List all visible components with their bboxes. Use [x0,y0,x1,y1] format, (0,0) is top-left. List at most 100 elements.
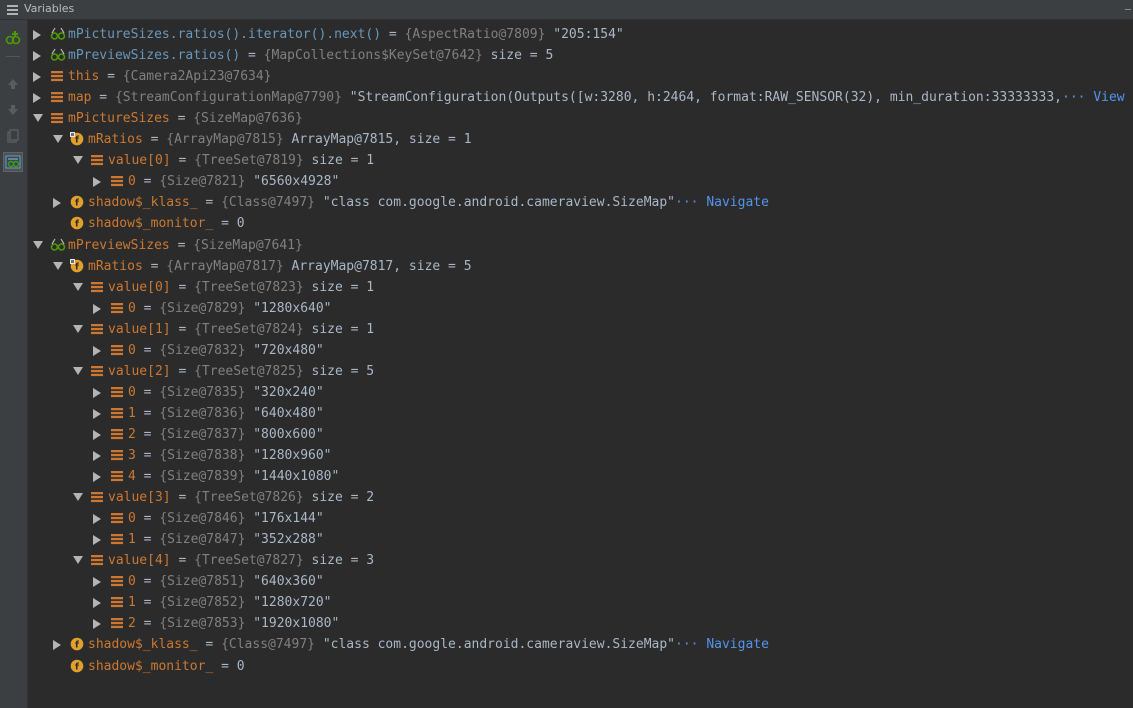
variable-value: "class com.google.android.cameraview.Siz… [322,637,676,653]
show-watches-button[interactable] [3,152,23,172]
expand-arrow-icon[interactable] [91,613,103,634]
move-up-button[interactable] [3,74,23,94]
variable-value: "352x288" [253,532,324,548]
expand-arrow-icon[interactable] [91,298,103,319]
collapse-arrow-icon[interactable] [71,150,83,171]
variable-icon [50,90,64,104]
variable-value: "800x600" [253,426,324,442]
variable-value: "1280x640" [253,300,332,316]
variable-type: {Size@7832} [159,342,246,358]
collapse-arrow-icon[interactable] [31,235,43,256]
variable-value: "6560x4928" [253,174,340,190]
collapse-arrow-icon[interactable] [71,277,83,298]
variable-name: shadow$_monitor_ [88,658,214,674]
expand-arrow-icon[interactable] [31,24,43,45]
collapse-arrow-icon[interactable] [71,487,83,508]
variable-value: "205:154" [553,27,624,42]
variable-type: {Size@7839} [159,469,246,485]
variable-name: shadow$_klass_ [88,195,198,211]
watch-icon [50,238,66,252]
variable-value: size = 3 [311,553,375,569]
move-down-button[interactable] [3,100,23,120]
variable-type: {TreeSet@7826} [194,490,304,506]
variable-value: "640x480" [253,405,324,421]
expand-arrow-icon[interactable] [91,340,103,361]
variable-value: "class com.google.android.cameraview.Siz… [322,195,676,211]
toolbar-divider [6,56,20,57]
collapse-arrow-icon[interactable] [51,256,63,277]
variable-type: {TreeSet@7824} [194,321,304,337]
variable-value: "176x144" [253,511,324,527]
variable-name: value[3] [108,490,171,506]
expand-arrow-icon[interactable] [91,508,103,529]
collapse-arrow-icon[interactable] [71,319,83,340]
collapse-arrow-icon[interactable] [71,550,83,571]
collapse-arrow-icon[interactable] [31,108,43,129]
variable-icon [110,469,124,483]
variable-type: {TreeSet@7819} [194,153,304,169]
navigate-link[interactable]: ··· Navigate [675,637,769,652]
minimize-icon[interactable] [1125,9,1131,10]
view-link[interactable]: ··· View [1062,90,1125,105]
variable-icon [110,574,124,588]
variable-name: mRatios [88,258,143,274]
variable-value: "1440x1080" [253,469,340,485]
expand-arrow-icon[interactable] [91,529,103,550]
variable-name: mRatios [88,132,143,148]
svg-text:f: f [75,641,79,651]
variable-icon [110,343,124,357]
variable-type: {SizeMap@7641} [193,237,303,253]
expand-arrow-icon[interactable] [51,634,63,655]
svg-text:f: f [75,220,79,230]
add-watch-button[interactable] [3,28,23,48]
variable-value: ArrayMap@7815, size = 1 [291,132,472,148]
variable-name: 0 [128,300,136,316]
variable-type: {Size@7821} [159,174,246,190]
panel-menu-icon[interactable] [7,4,18,15]
expand-arrow-icon[interactable] [31,45,43,66]
collapse-arrow-icon[interactable] [71,361,83,382]
expand-arrow-icon[interactable] [91,592,103,613]
variable-value: = 0 [221,658,245,674]
variable-type: {Size@7846} [159,511,246,527]
variable-name: shadow$_klass_ [88,637,198,653]
field-lock-icon: f [70,132,84,146]
variable-name: 0 [128,174,136,190]
expand-arrow-icon[interactable] [91,171,103,192]
expand-arrow-icon[interactable] [91,466,103,487]
expand-arrow-icon[interactable] [91,382,103,403]
variable-name: 1 [128,595,136,611]
expand-arrow-icon[interactable] [51,192,63,213]
variable-type: {ArrayMap@7815} [166,132,284,148]
variable-icon [110,595,124,609]
variable-icon [110,427,124,441]
copy-button[interactable] [3,126,23,146]
expand-arrow-icon[interactable] [91,403,103,424]
expand-arrow-icon[interactable] [31,66,43,87]
variable-value: ArrayMap@7817, size = 5 [291,258,472,274]
show-watches-icon [5,155,21,169]
watch-toolbar [0,20,28,708]
variable-name: 0 [128,574,136,590]
copy-icon [7,129,19,143]
variable-name: mPictureSizes [68,111,170,127]
variable-icon [50,69,64,83]
variable-icon [110,406,124,420]
navigate-link[interactable]: ··· Navigate [675,195,769,210]
collapse-arrow-icon[interactable] [51,129,63,150]
variable-icon [50,111,64,125]
expand-arrow-icon[interactable] [91,445,103,466]
expand-arrow-icon[interactable] [31,87,43,108]
variable-name: map [68,90,92,106]
expand-arrow-icon[interactable] [91,424,103,445]
variable-icon [90,490,104,504]
variable-type: {Size@7853} [159,616,246,632]
expand-arrow-icon[interactable] [91,571,103,592]
svg-text:f: f [75,262,79,272]
variable-icon [110,174,124,188]
variable-icon [90,364,104,378]
variable-name: value[0] [108,279,171,295]
variable-name: value[0] [108,153,171,169]
field-icon: f [70,637,84,651]
variable-value: size = 2 [311,490,375,506]
